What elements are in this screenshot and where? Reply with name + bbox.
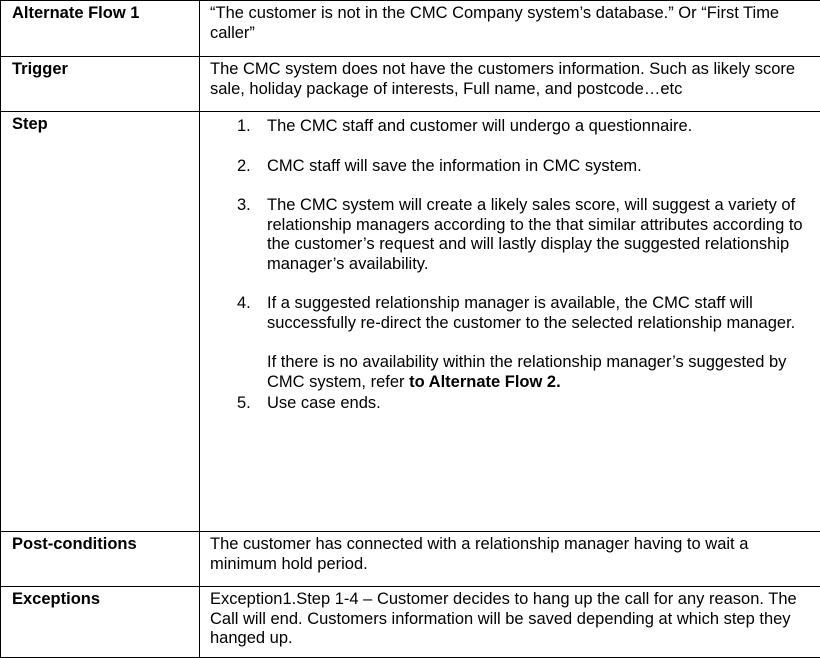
alternate-flow-row: Alternate Flow 1 “The customer is not in…	[1, 1, 820, 57]
step-row: Step 1. The CMC staff and customer will …	[1, 112, 820, 532]
trigger-text: The CMC system does not have the custome…	[200, 57, 820, 112]
post-conditions-label: Post-conditions	[1, 532, 200, 587]
trigger-label: Trigger	[1, 57, 200, 112]
step-item-1: 1. The CMC staff and customer will under…	[210, 117, 814, 137]
step-item-3: 3. The CMC system will create a likely s…	[210, 196, 814, 274]
alternate-flow-2-reference: to Alternate Flow 2.	[409, 373, 561, 391]
step-label: Step	[1, 112, 200, 532]
alternate-flow-label: Alternate Flow 1	[1, 1, 200, 57]
post-conditions-row: Post-conditions The customer has connect…	[1, 532, 820, 587]
use-case-table: Alternate Flow 1 “The customer is not in…	[0, 0, 820, 658]
exceptions-label: Exceptions	[1, 587, 200, 658]
step-text: The CMC staff and customer will undergo …	[267, 117, 692, 135]
step-number: 3.	[237, 196, 259, 216]
alternate-flow-text: “The customer is not in the CMC Company …	[200, 1, 820, 57]
exceptions-row: Exceptions Exception1.Step 1-4 – Custome…	[1, 587, 820, 658]
step-text: If a suggested relationship manager is a…	[267, 294, 795, 332]
step-list: 1. The CMC staff and customer will under…	[210, 117, 814, 333]
trigger-row: Trigger The CMC system does not have the…	[1, 57, 820, 112]
step-item-4: 4. If a suggested relationship manager i…	[210, 294, 814, 333]
step-text: Use case ends.	[267, 394, 381, 412]
step-number: 5.	[237, 394, 259, 414]
post-conditions-text: The customer has connected with a relati…	[200, 532, 820, 587]
step-item-2: 2. CMC staff will save the information i…	[210, 157, 814, 177]
step-list-end: 5. Use case ends.	[210, 394, 814, 414]
step-item-5: 5. Use case ends.	[210, 394, 814, 414]
step-4-note: If there is no availability within the r…	[267, 353, 814, 392]
step-number: 1.	[237, 117, 259, 137]
step-text: CMC staff will save the information in C…	[267, 157, 642, 175]
step-number: 2.	[237, 157, 259, 177]
step-text: The CMC system will create a likely sale…	[267, 196, 803, 273]
exceptions-text: Exception1.Step 1-4 – Customer decides t…	[200, 587, 820, 658]
step-content: 1. The CMC staff and customer will under…	[200, 112, 820, 532]
step-number: 4.	[237, 294, 259, 314]
